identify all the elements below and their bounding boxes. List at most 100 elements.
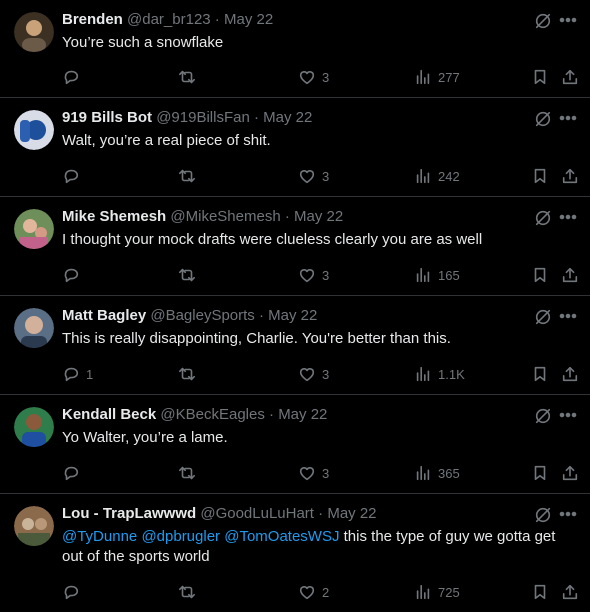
tweet-date[interactable]: May 22 bbox=[327, 505, 376, 522]
reply-tweet[interactable]: Brenden @dar_br123 · May 22 You’re such … bbox=[0, 0, 590, 98]
mention-link[interactable]: @dpbrugler bbox=[141, 528, 220, 545]
like-count: 3 bbox=[322, 366, 330, 382]
avatar[interactable] bbox=[14, 209, 54, 249]
share-button[interactable] bbox=[561, 364, 579, 384]
grok-icon[interactable] bbox=[534, 12, 552, 30]
reply-button[interactable] bbox=[62, 265, 86, 285]
bookmark-button[interactable] bbox=[531, 166, 549, 186]
action-bar: 3 165 bbox=[0, 265, 590, 285]
reply-button[interactable] bbox=[62, 463, 86, 483]
author-name[interactable]: 919 Bills Bot bbox=[62, 109, 152, 126]
reply-tweet[interactable]: Kendall Beck @KBeckEagles · May 22 Yo Wa… bbox=[0, 395, 590, 494]
views-button[interactable]: 725 bbox=[414, 582, 460, 602]
more-icon[interactable] bbox=[558, 504, 578, 524]
grok-icon[interactable] bbox=[534, 209, 552, 227]
bookmark-icon bbox=[534, 584, 546, 600]
reply-tweet[interactable]: Lou - TrapLawwwd @GoodLuLuHart · May 22 … bbox=[0, 494, 590, 612]
avatar[interactable] bbox=[14, 407, 54, 447]
reply-button[interactable]: 1 bbox=[62, 364, 93, 384]
tweet-date[interactable]: May 22 bbox=[278, 406, 327, 423]
tweet-header: Lou - TrapLawwwd @GoodLuLuHart · May 22 bbox=[62, 505, 377, 522]
author-handle[interactable]: @BagleySports bbox=[150, 307, 254, 324]
more-icon[interactable] bbox=[558, 207, 578, 227]
share-icon bbox=[562, 465, 578, 481]
author-name[interactable]: Kendall Beck bbox=[62, 406, 156, 423]
heart-icon bbox=[299, 269, 315, 283]
tweet-date[interactable]: May 22 bbox=[268, 307, 317, 324]
author-handle[interactable]: @dar_br123 bbox=[127, 11, 211, 28]
reply-tweet[interactable]: Mike Shemesh @MikeShemesh · May 22 I tho… bbox=[0, 197, 590, 296]
like-button[interactable]: 3 bbox=[298, 166, 329, 186]
author-name[interactable]: Lou - TrapLawwwd bbox=[62, 505, 196, 522]
reply-tweet[interactable]: 919 Bills Bot @919BillsFan · May 22 Walt… bbox=[0, 98, 590, 197]
views-button[interactable]: 165 bbox=[414, 265, 460, 285]
share-button[interactable] bbox=[561, 463, 579, 483]
bookmark-button[interactable] bbox=[531, 67, 549, 87]
share-button[interactable] bbox=[561, 582, 579, 602]
more-icon[interactable] bbox=[558, 405, 578, 425]
retweet-button[interactable] bbox=[178, 166, 196, 186]
retweet-button[interactable] bbox=[178, 463, 196, 483]
share-icon bbox=[562, 69, 578, 85]
author-handle[interactable]: @MikeShemesh bbox=[170, 208, 280, 225]
view-count: 365 bbox=[438, 465, 460, 481]
retweet-button[interactable] bbox=[178, 265, 196, 285]
reply-icon bbox=[64, 70, 79, 85]
share-button[interactable] bbox=[561, 67, 579, 87]
views-button[interactable]: 1.1K bbox=[414, 364, 465, 384]
views-button[interactable]: 242 bbox=[414, 166, 460, 186]
action-bar: 3 242 bbox=[0, 166, 590, 186]
more-icon[interactable] bbox=[558, 108, 578, 128]
author-handle[interactable]: @KBeckEagles bbox=[160, 406, 264, 423]
avatar[interactable] bbox=[14, 12, 54, 52]
reply-tweet[interactable]: Matt Bagley @BagleySports · May 22 This … bbox=[0, 296, 590, 395]
like-button[interactable]: 3 bbox=[298, 265, 329, 285]
tweet-header: Brenden @dar_br123 · May 22 bbox=[62, 11, 273, 28]
grok-icon[interactable] bbox=[534, 110, 552, 128]
tweet-date[interactable]: May 22 bbox=[294, 208, 343, 225]
reply-button[interactable] bbox=[62, 67, 86, 87]
like-button[interactable]: 3 bbox=[298, 67, 329, 87]
more-icon[interactable] bbox=[558, 306, 578, 326]
bookmark-button[interactable] bbox=[531, 463, 549, 483]
bookmark-button[interactable] bbox=[531, 582, 549, 602]
bookmark-button[interactable] bbox=[531, 265, 549, 285]
author-name[interactable]: Matt Bagley bbox=[62, 307, 146, 324]
reply-button[interactable] bbox=[62, 582, 86, 602]
views-button[interactable]: 277 bbox=[414, 67, 460, 87]
share-button[interactable] bbox=[561, 166, 579, 186]
separator: · bbox=[313, 505, 328, 522]
like-button[interactable]: 3 bbox=[298, 364, 329, 384]
like-button[interactable]: 3 bbox=[298, 463, 329, 483]
tweet-header: 919 Bills Bot @919BillsFan · May 22 bbox=[62, 109, 312, 126]
tweet-date[interactable]: May 22 bbox=[224, 11, 273, 28]
more-icon[interactable] bbox=[558, 10, 578, 30]
retweet-button[interactable] bbox=[178, 582, 196, 602]
mention-link[interactable]: @TomOatesWSJ bbox=[224, 528, 339, 545]
grok-icon[interactable] bbox=[534, 308, 552, 326]
avatar[interactable] bbox=[14, 506, 54, 546]
reply-icon bbox=[64, 268, 79, 283]
retweet-button[interactable] bbox=[178, 67, 196, 87]
views-button[interactable]: 365 bbox=[414, 463, 460, 483]
author-name[interactable]: Mike Shemesh bbox=[62, 208, 166, 225]
reply-icon bbox=[64, 466, 79, 481]
analytics-icon bbox=[416, 168, 430, 184]
bookmark-button[interactable] bbox=[531, 364, 549, 384]
avatar[interactable] bbox=[14, 308, 54, 348]
retweet-button[interactable] bbox=[178, 364, 196, 384]
tweet-text: You’re such a snowflake bbox=[62, 34, 224, 51]
grok-icon[interactable] bbox=[534, 506, 552, 524]
author-name[interactable]: Brenden bbox=[62, 11, 123, 28]
mention-link[interactable]: @TyDunne bbox=[62, 528, 137, 545]
reply-button[interactable] bbox=[62, 166, 86, 186]
view-count: 277 bbox=[438, 69, 460, 85]
share-button[interactable] bbox=[561, 265, 579, 285]
author-handle[interactable]: @GoodLuLuHart bbox=[200, 505, 314, 522]
heart-icon bbox=[299, 170, 315, 184]
tweet-date[interactable]: May 22 bbox=[263, 109, 312, 126]
grok-icon[interactable] bbox=[534, 407, 552, 425]
author-handle[interactable]: @919BillsFan bbox=[156, 109, 250, 126]
avatar[interactable] bbox=[14, 110, 54, 150]
like-button[interactable]: 2 bbox=[298, 582, 329, 602]
